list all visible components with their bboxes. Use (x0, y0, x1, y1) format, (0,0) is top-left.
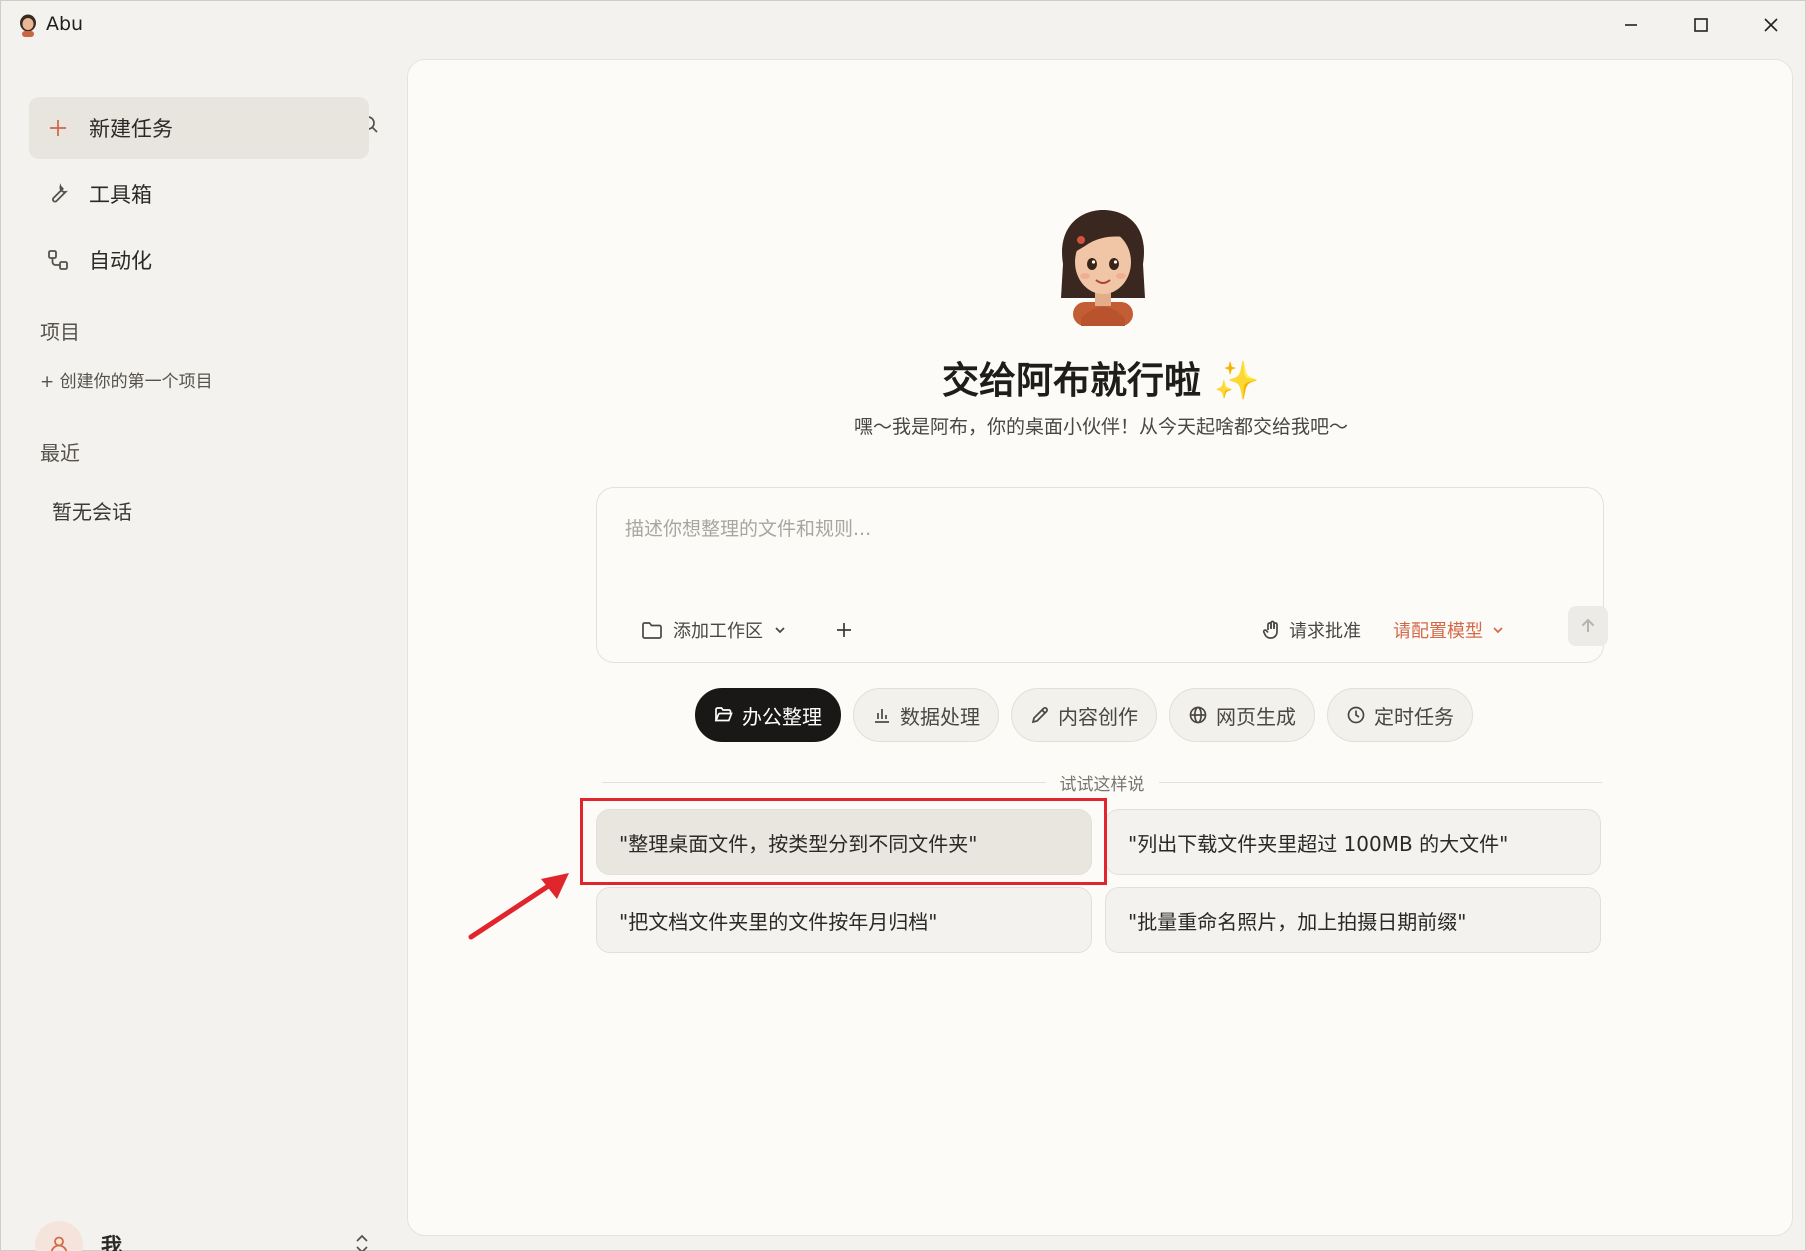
request-approval-button[interactable]: 请求批准 (1261, 613, 1361, 647)
send-button[interactable] (1568, 606, 1608, 646)
close-button[interactable] (1736, 1, 1806, 49)
create-project-link[interactable]: + 创建你的第一个项目 (40, 367, 213, 392)
suggestion-card[interactable]: "批量重命名照片，加上拍摄日期前缀" (1105, 887, 1601, 953)
highlight-box (580, 798, 1107, 885)
window-title: Abu (46, 13, 84, 35)
folder-open-icon (714, 707, 733, 722)
chip-office[interactable]: 办公整理 (695, 688, 841, 742)
recent-heading: 最近 (40, 441, 80, 465)
user-icon (50, 1236, 68, 1251)
chip-schedule-label: 定时任务 (1374, 704, 1454, 729)
title-bar: Abu (1, 1, 1806, 49)
nav-new-task[interactable]: 新建任务 (29, 97, 369, 159)
task-input[interactable] (625, 514, 1565, 574)
projects-heading: 项目 (40, 320, 80, 344)
nav-new-task-label: 新建任务 (89, 117, 173, 141)
chevron-down-icon (775, 627, 785, 634)
recent-empty-text: 暂无会话 (52, 500, 132, 524)
chip-content-label: 内容创作 (1058, 704, 1138, 729)
plus-icon (837, 623, 851, 637)
chip-data-label: 数据处理 (900, 704, 980, 729)
page-title: 交给阿布就行啦 ✨ (408, 350, 1794, 404)
chevron-up-down-icon (349, 1231, 375, 1251)
wrench-icon (45, 181, 71, 207)
pointer-arrow-icon (468, 873, 569, 940)
page-subtitle: 嘿～我是阿布，你的桌面小伙伴！从今天起啥都交给我吧～ (853, 416, 1348, 438)
user-name: 我 (101, 1234, 122, 1251)
suggestions-title: 试试这样说 (1045, 775, 1159, 795)
suggestion-card[interactable]: "把文档文件夹里的文件按年月归档" (596, 887, 1092, 953)
title-text: 交给阿布就行啦 (942, 359, 1202, 402)
flow-icon (45, 247, 71, 273)
suggestions-divider: 试试这样说 (602, 770, 1602, 795)
maximize-button[interactable] (1666, 1, 1736, 49)
minimize-icon (1625, 24, 1637, 26)
nav-automation-label: 自动化 (89, 249, 152, 273)
model-select-label: 请配置模型 (1393, 621, 1483, 642)
request-approval-label: 请求批准 (1289, 621, 1361, 642)
hand-icon (1262, 620, 1278, 639)
nav-toolbox-label: 工具箱 (89, 183, 152, 207)
chip-web-label: 网页生成 (1216, 704, 1296, 729)
bar-chart-icon (875, 709, 889, 723)
app-window: Abu 新建任务 工具箱 自动化 项目 + 创建你的第一个项目 最近 暂无会话 … (0, 0, 1806, 1251)
user-menu[interactable]: 我 (35, 1219, 375, 1251)
nav-automation[interactable]: 自动化 (29, 229, 369, 291)
nav-toolbox[interactable]: 工具箱 (29, 163, 369, 225)
attach-button[interactable] (829, 613, 859, 647)
globe-icon (1189, 706, 1207, 724)
suggestion-card[interactable]: "列出下载文件夹里超过 100MB 的大文件" (1105, 809, 1601, 875)
avatar (35, 1221, 83, 1251)
clock-icon (1347, 706, 1365, 724)
sparkle-icon: ✨ (1213, 359, 1260, 402)
model-select[interactable]: 请配置模型 (1393, 613, 1505, 647)
folder-icon (642, 622, 662, 639)
plus-icon (45, 115, 71, 141)
chip-office-label: 办公整理 (742, 704, 822, 729)
pen-icon (1031, 707, 1048, 724)
chip-content[interactable]: 内容创作 (1011, 688, 1157, 742)
add-workspace-button[interactable]: 添加工作区 (641, 613, 787, 647)
chevron-down-icon (1493, 627, 1503, 634)
chip-schedule[interactable]: 定时任务 (1327, 688, 1473, 742)
sidebar: 新建任务 工具箱 自动化 项目 + 创建你的第一个项目 最近 暂无会话 我 (1, 49, 406, 1251)
arrow-up-icon (1581, 618, 1595, 632)
chip-web[interactable]: 网页生成 (1169, 688, 1315, 742)
minimize-button[interactable] (1596, 1, 1666, 49)
composer: 添加工作区 请求批准 请配置模型 (596, 487, 1608, 663)
app-logo-icon (20, 14, 36, 37)
abu-avatar-icon (1061, 210, 1145, 326)
main-panel: 交给阿布就行啦 ✨ 嘿～我是阿布，你的桌面小伙伴！从今天起啥都交给我吧～ 添加工… (407, 59, 1793, 1236)
close-icon (1764, 18, 1778, 32)
maximize-icon (1694, 18, 1708, 32)
add-workspace-label: 添加工作区 (673, 621, 763, 642)
category-chips: 办公整理 数据处理 内容创作 网页生成 定时任务 (695, 688, 1473, 742)
chip-data[interactable]: 数据处理 (853, 688, 999, 742)
